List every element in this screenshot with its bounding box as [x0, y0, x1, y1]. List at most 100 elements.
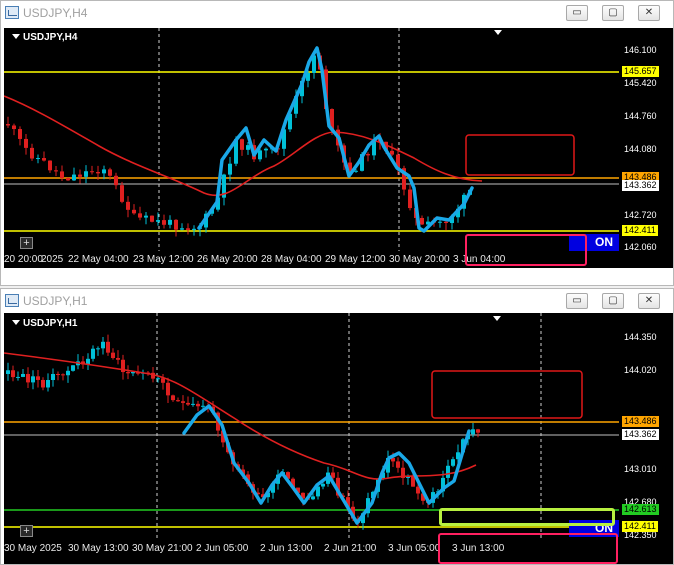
candle-body [156, 378, 160, 380]
level-badge-142411: 142.411 [622, 225, 658, 236]
candle-body [96, 172, 100, 174]
time-label: 29 May 12:00 [325, 254, 386, 265]
candle-body [174, 219, 178, 230]
minimize-button[interactable]: ▭ [566, 293, 588, 309]
chart-shift-marker[interactable] [494, 30, 502, 35]
time-label: 2 Jun 05:00 [196, 543, 249, 554]
candle-body [451, 459, 455, 466]
annotation-box-h1-pink [438, 533, 618, 564]
candle-body [24, 138, 28, 148]
current-price-badge: 143.362 [622, 180, 659, 191]
price-scale-label: 146.100 [624, 45, 657, 55]
candle-body [176, 400, 180, 402]
candle-body [471, 429, 475, 435]
chart-window-icon [5, 294, 19, 307]
level-badge-143486: 143.486 [622, 416, 659, 427]
candle-body [111, 352, 115, 359]
price-scale-label: 144.760 [624, 111, 657, 121]
candle-body [72, 174, 76, 181]
candle-body [116, 358, 120, 360]
target-zone-rect [431, 370, 583, 419]
candle-body [114, 175, 118, 186]
annotation-box-h1-green [439, 508, 615, 526]
time-label: 2 Jun 21:00 [324, 543, 377, 554]
candle-body [186, 402, 190, 405]
level-badge-145657: 145.657 [622, 66, 659, 77]
candle-body [90, 171, 94, 173]
price-chart[interactable]: USDJPY,H4 146.100 145.420 144.760 144.08… [4, 28, 673, 268]
candle-body [396, 461, 400, 468]
candle-body [71, 365, 75, 371]
chart-canvas [4, 28, 619, 251]
price-scale-label: 144.350 [624, 332, 657, 342]
candle-body [91, 348, 95, 359]
plus-button[interactable]: + [20, 525, 33, 537]
candle-body [6, 124, 10, 126]
chart-shift-marker[interactable] [493, 316, 501, 321]
time-label: 30 May 20:00 [389, 254, 450, 265]
candle-body [191, 403, 195, 405]
window-title: USDJPY,H1 [23, 294, 88, 308]
time-label: 30 May 13:00 [68, 543, 129, 554]
maximize-button[interactable]: ▢ [602, 5, 624, 21]
chart-window-icon [5, 6, 19, 19]
candle-body [150, 215, 154, 222]
candle-body [132, 209, 136, 214]
symbol-label: USDJPY,H1 [12, 318, 77, 329]
candle-body [366, 154, 370, 156]
candle-body [66, 370, 70, 376]
candle-body [30, 147, 34, 159]
candle-body [408, 189, 412, 209]
candle-body [228, 163, 232, 175]
time-label: 26 May 20:00 [197, 254, 258, 265]
title-bar[interactable]: USDJPY,H4 ▭ ▢ ✕ [1, 1, 673, 25]
candle-body [36, 376, 40, 380]
annotation-box-h4 [465, 234, 587, 266]
candle-body [48, 160, 52, 171]
minimize-button[interactable]: ▭ [566, 5, 588, 21]
maximize-button[interactable]: ▢ [602, 293, 624, 309]
candle-body [46, 380, 50, 388]
candle-body [321, 483, 325, 487]
time-label: 30 May 21:00 [132, 543, 193, 554]
candle-body [126, 201, 130, 210]
candle-body [258, 150, 262, 160]
current-price-badge: 143.362 [622, 429, 659, 440]
symbol-label: USDJPY,H4 [12, 32, 77, 43]
zigzag-trace [182, 404, 471, 525]
candle-body [26, 373, 30, 383]
time-label: 28 May 04:00 [261, 254, 322, 265]
close-button[interactable]: ✕ [638, 293, 660, 309]
time-label: 23 May 12:00 [133, 254, 194, 265]
candle-body [420, 217, 424, 225]
candle-body [186, 228, 190, 230]
candle-body [180, 228, 184, 230]
chart-canvas [4, 313, 619, 540]
candle-body [181, 401, 185, 403]
candle-body [78, 174, 82, 177]
candle-body [126, 372, 130, 374]
target-zone-rect [465, 134, 575, 176]
plus-button[interactable]: + [20, 237, 33, 249]
candle-body [66, 178, 70, 181]
candle-body [246, 145, 250, 150]
time-label: 2025 [41, 254, 64, 265]
candle-body [171, 395, 175, 401]
candlesticks [6, 334, 480, 530]
candle-body [168, 219, 172, 225]
candle-body [106, 341, 110, 353]
candle-body [156, 220, 160, 222]
price-scale-label: 144.020 [624, 365, 657, 375]
window-title: USDJPY,H4 [23, 6, 88, 20]
candlesticks [6, 52, 472, 237]
price-chart[interactable]: USDJPY,H1 144.350 144.020 143.010 142.68… [4, 313, 673, 540]
close-button[interactable]: ✕ [638, 5, 660, 21]
candle-body [444, 221, 448, 224]
price-scale-label: 144.080 [624, 144, 657, 154]
candle-body [438, 221, 442, 223]
candle-body [51, 373, 55, 381]
title-bar[interactable]: USDJPY,H1 ▭ ▢ ✕ [1, 289, 673, 313]
candle-body [311, 496, 315, 500]
candle-body [120, 185, 124, 202]
candle-body [42, 158, 46, 161]
